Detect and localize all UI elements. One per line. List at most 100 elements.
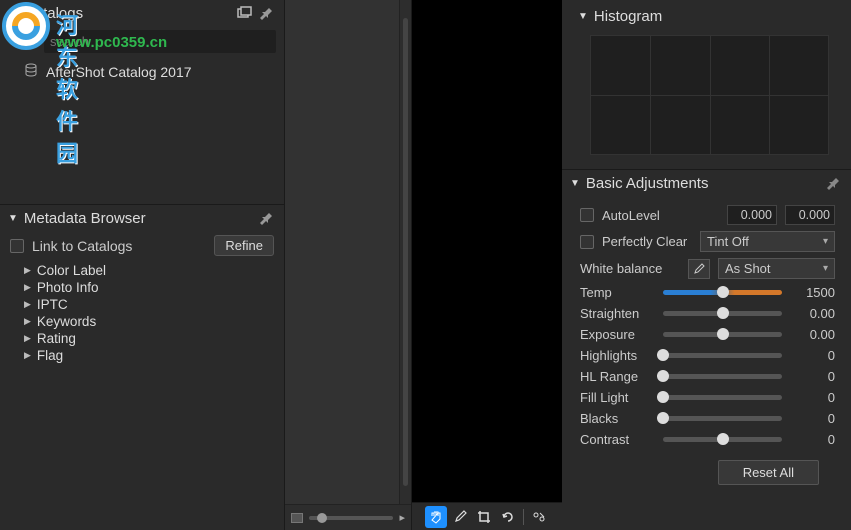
exposure-label: Exposure (580, 327, 655, 342)
hlrange-slider[interactable] (663, 374, 782, 379)
link-catalogs-label: Link to Catalogs (32, 238, 206, 254)
straighten-slider[interactable] (663, 311, 782, 316)
crop-tool-button[interactable] (473, 506, 495, 528)
search-input[interactable] (44, 30, 276, 53)
perfectly-clear-checkbox[interactable] (580, 235, 594, 249)
contrast-label: Contrast (580, 432, 655, 447)
chevron-down-icon: ▾ (823, 263, 828, 274)
rotate-tool-button[interactable] (497, 506, 519, 528)
hlrange-label: HL Range (580, 369, 655, 384)
thumb-more-icon[interactable]: ▸ (399, 511, 405, 524)
link-catalogs-row: Link to Catalogs Refine (0, 231, 284, 260)
exposure-value[interactable]: 0.00 (790, 327, 835, 342)
left-sidebar: 河东软件园 www.pc0359.cn ▼ Catalogs AfterShot… (0, 0, 284, 530)
preview-viewport[interactable] (412, 0, 562, 502)
chevron-right-icon: ▶ (24, 316, 31, 327)
pin-icon[interactable] (258, 4, 276, 22)
contrast-slider-row: Contrast 0 (580, 429, 835, 450)
highlights-slider[interactable] (663, 353, 782, 358)
perfectly-clear-row: Perfectly Clear Tint Off▾ (580, 228, 835, 255)
chevron-right-icon: ▶ (24, 282, 31, 293)
thumbnail-scrollbar[interactable] (399, 0, 411, 504)
autolevel-value-a[interactable] (727, 205, 777, 225)
white-balance-row: White balance As Shot▾ (580, 255, 835, 282)
catalog-name: AfterShot Catalog 2017 (46, 64, 192, 80)
metadata-title: Metadata Browser (24, 210, 258, 227)
preview-area (412, 0, 562, 530)
thumb-size-small-icon[interactable] (291, 513, 303, 523)
blacks-slider[interactable] (663, 416, 782, 421)
tree-item-iptc[interactable]: ▶IPTC (24, 296, 284, 313)
chevron-right-icon: ▶ (24, 350, 31, 361)
pin-icon[interactable] (258, 209, 276, 227)
basic-adjustments-title: Basic Adjustments (586, 175, 825, 192)
catalogs-header[interactable]: ▼ Catalogs (0, 0, 284, 26)
link-catalogs-checkbox[interactable] (10, 239, 24, 253)
thumb-size-slider[interactable] (309, 516, 393, 520)
search-icon (24, 33, 38, 50)
histogram-display[interactable] (590, 35, 829, 155)
straighten-slider-row: Straighten 0.00 (580, 303, 835, 324)
catalog-item[interactable]: AfterShot Catalog 2017 (0, 59, 284, 84)
contrast-value[interactable]: 0 (790, 432, 835, 447)
chevron-right-icon: ▶ (24, 333, 31, 344)
highlights-slider-row: Highlights 0 (580, 345, 835, 366)
refine-button[interactable]: Refine (214, 235, 274, 256)
pan-tool-button[interactable] (425, 506, 447, 528)
histogram-title: Histogram (594, 8, 835, 25)
blacks-value[interactable]: 0 (790, 411, 835, 426)
perfectly-clear-dropdown[interactable]: Tint Off▾ (700, 231, 835, 252)
tree-item-flag[interactable]: ▶Flag (24, 347, 284, 364)
white-balance-dropdown[interactable]: As Shot▾ (718, 258, 835, 279)
thumbnail-strip: ▸ (284, 0, 412, 530)
hlrange-slider-row: HL Range 0 (580, 366, 835, 387)
filllight-slider[interactable] (663, 395, 782, 400)
preview-toolbar (412, 502, 562, 530)
straighten-value[interactable]: 0.00 (790, 306, 835, 321)
perfectly-clear-label: Perfectly Clear (602, 234, 692, 249)
catalogs-title: Catalogs (24, 5, 236, 22)
autolevel-value-b[interactable] (785, 205, 835, 225)
white-balance-label: White balance (580, 261, 680, 276)
chevron-down-icon: ▾ (823, 236, 828, 247)
histogram-header[interactable]: ▼ Histogram (570, 4, 843, 29)
database-icon (24, 63, 38, 80)
settings-tool-button[interactable] (528, 506, 550, 528)
blacks-label: Blacks (580, 411, 655, 426)
eyedropper-tool-button[interactable] (449, 506, 471, 528)
right-sidebar: ▼ Histogram ▼ Basic Adjustments AutoLeve… (562, 0, 851, 530)
tree-item-rating[interactable]: ▶Rating (24, 330, 284, 347)
straighten-label: Straighten (580, 306, 655, 321)
autolevel-row: AutoLevel (580, 202, 835, 228)
chevron-down-icon: ▼ (8, 8, 18, 19)
autolevel-checkbox[interactable] (580, 208, 594, 222)
autolevel-label: AutoLevel (602, 208, 719, 223)
temp-slider[interactable] (663, 290, 782, 295)
white-balance-picker-button[interactable] (688, 259, 710, 279)
tree-item-photo-info[interactable]: ▶Photo Info (24, 279, 284, 296)
temp-slider-row: Temp 1500 (580, 282, 835, 303)
thumbnail-viewport[interactable] (285, 0, 399, 504)
tree-item-keywords[interactable]: ▶Keywords (24, 313, 284, 330)
temp-value[interactable]: 1500 (790, 285, 835, 300)
reset-all-button[interactable]: Reset All (718, 460, 819, 485)
metadata-header[interactable]: ▼ Metadata Browser (0, 204, 284, 231)
filllight-slider-row: Fill Light 0 (580, 387, 835, 408)
thumbnail-footer: ▸ (285, 504, 411, 530)
tree-item-color-label[interactable]: ▶Color Label (24, 262, 284, 279)
search-row (0, 26, 284, 59)
highlights-value[interactable]: 0 (790, 348, 835, 363)
basic-adjustments-header[interactable]: ▼ Basic Adjustments (562, 170, 851, 196)
chevron-right-icon: ▶ (24, 265, 31, 276)
hlrange-value[interactable]: 0 (790, 369, 835, 384)
filllight-value[interactable]: 0 (790, 390, 835, 405)
pin-icon[interactable] (825, 174, 843, 192)
temp-label: Temp (580, 285, 655, 300)
exposure-slider[interactable] (663, 332, 782, 337)
filllight-label: Fill Light (580, 390, 655, 405)
chevron-down-icon: ▼ (570, 178, 580, 189)
blacks-slider-row: Blacks 0 (580, 408, 835, 429)
catalog-stack-icon[interactable] (236, 4, 254, 22)
chevron-right-icon: ▶ (24, 299, 31, 310)
contrast-slider[interactable] (663, 437, 782, 442)
